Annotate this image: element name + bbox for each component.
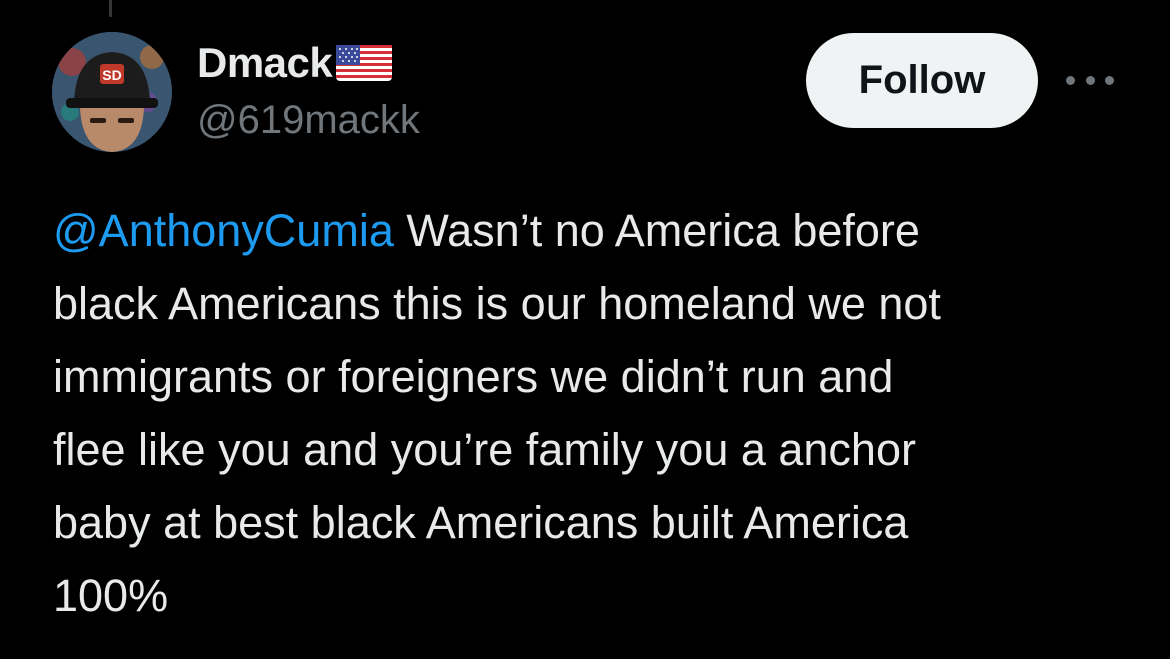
tweet-line-3: immigrants or foreigners we didn’t run a… <box>53 351 894 402</box>
author-display-name[interactable]: Dmack <box>197 39 333 87</box>
follow-button[interactable]: Follow <box>806 33 1038 128</box>
more-dot <box>1105 75 1114 85</box>
more-dot <box>1085 75 1095 85</box>
us-flag-icon <box>336 43 393 83</box>
avatar[interactable]: SD <box>52 32 172 152</box>
author-handle[interactable]: @619mackk <box>197 98 420 143</box>
tweet-line-2: black Americans this is our homeland we … <box>53 278 941 329</box>
tweet-line-1: @AnthonyCumia Wasn’t no America before <box>53 194 1133 267</box>
tweet-line-4: flee like you and you’re family you a an… <box>53 424 916 475</box>
mention-link[interactable]: @AnthonyCumia <box>53 205 394 256</box>
avatar-icon: SD <box>52 32 172 152</box>
svg-text:SD: SD <box>102 67 121 83</box>
tweet-line-5: baby at best black Americans built Ameri… <box>53 497 909 548</box>
author-name-row[interactable]: Dmack <box>197 38 393 88</box>
tweet-line-1-text: Wasn’t no America before <box>393 205 920 256</box>
more-options-icon[interactable] <box>1066 68 1114 92</box>
thread-connector-line <box>109 0 112 17</box>
tweet-line-6: 100% <box>53 570 169 621</box>
more-dot <box>1066 75 1075 85</box>
tweet-text: @AnthonyCumia Wasn’t no America before b… <box>53 194 1133 632</box>
